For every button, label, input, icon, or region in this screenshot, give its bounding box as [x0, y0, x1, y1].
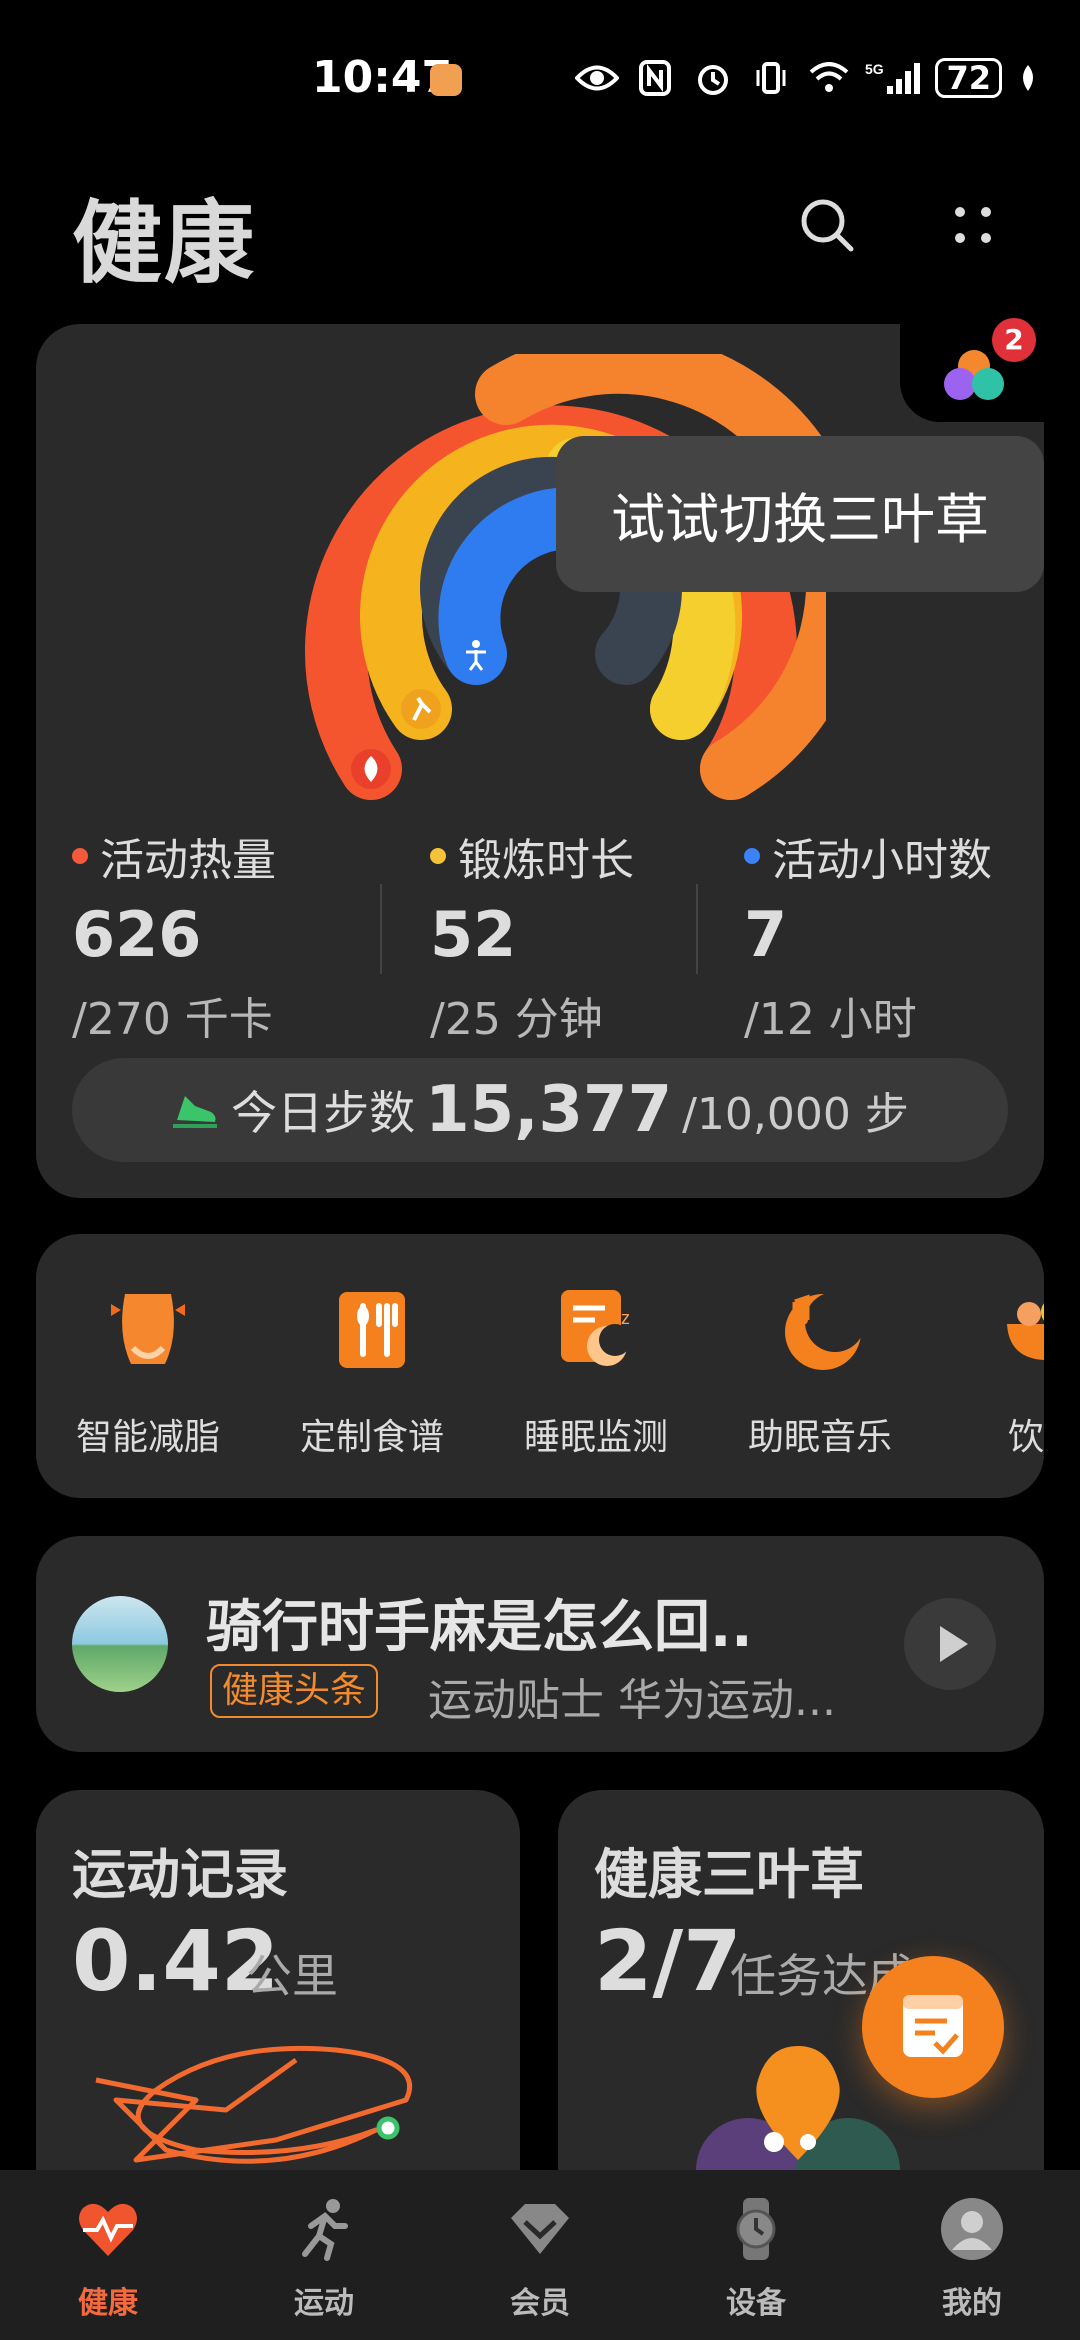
alarm-icon	[691, 58, 735, 98]
music-moon-icon	[785, 1292, 865, 1370]
service-custom-recipe[interactable]: 定制食谱	[272, 1284, 472, 1460]
vibrate-icon	[749, 58, 793, 98]
service-diet[interactable]: 饮食	[944, 1284, 1044, 1460]
profile-icon	[941, 2198, 1003, 2260]
body-icon	[111, 1294, 185, 1364]
running-icon	[302, 2199, 348, 2261]
metric-goal: /12 小时	[744, 994, 917, 1045]
health-news-card[interactable]: 骑行时手麻是怎么回.. 健康头条 运动贴士 华为运动...	[36, 1536, 1044, 1752]
more-options-icon[interactable]	[938, 190, 1008, 260]
metric-label: 活动小时数	[772, 835, 992, 886]
metric-goal: /270 千卡	[72, 994, 273, 1045]
metric-active-hours: 活动小时数 7 /12 小时	[744, 824, 992, 1047]
food-bowl-icon	[1007, 1302, 1044, 1360]
nav-label: 运动	[294, 2286, 354, 2321]
svg-text:5G: 5G	[865, 61, 884, 77]
service-label: 睡眠监测	[523, 1417, 668, 1458]
standing-person-icon	[456, 634, 496, 674]
metric-label: 锻炼时长	[458, 835, 634, 886]
recipe-icon	[339, 1292, 405, 1368]
nav-exercise[interactable]: 运动	[254, 2196, 394, 2322]
divider	[696, 884, 698, 974]
metric-exercise: 锻炼时长 52 /25 分钟	[430, 824, 634, 1047]
nav-label: 健康	[78, 2286, 138, 2321]
play-icon	[940, 1626, 968, 1662]
card-title: 运动记录	[72, 1843, 288, 1906]
nav-membership[interactable]: 会员	[470, 2196, 610, 2322]
hours-dot	[744, 848, 760, 864]
calorie-dot	[72, 848, 88, 864]
nav-health[interactable]: 健康	[38, 2196, 178, 2322]
signal-icon: 5G	[865, 58, 921, 98]
status-bar: 10:47 5G 72	[0, 0, 1080, 160]
app-notification-icon	[430, 64, 462, 96]
metric-calories: 活动热量 626 /270 千卡	[72, 824, 276, 1047]
steps-label: 今日步数	[231, 1086, 416, 1140]
watch-icon	[736, 2198, 776, 2260]
svg-text:z: z	[621, 1308, 630, 1328]
tasks-value: 2/7	[594, 1912, 742, 2010]
notification-badge: 2	[992, 318, 1036, 362]
metric-value: 7	[744, 898, 788, 971]
service-sleep-music[interactable]: 助眠音乐	[720, 1284, 920, 1460]
news-thumbnail	[72, 1596, 168, 1692]
wifi-icon	[807, 58, 851, 98]
nav-label: 设备	[726, 2286, 786, 2321]
nav-label: 会员	[510, 2286, 570, 2321]
distance-unit: 公里	[246, 1949, 338, 2003]
nfc-icon	[633, 58, 677, 98]
service-label: 助眠音乐	[747, 1417, 892, 1458]
service-label: 定制食谱	[299, 1417, 444, 1458]
service-label: 智能减脂	[75, 1417, 220, 1458]
nav-devices[interactable]: 设备	[686, 2196, 826, 2322]
search-icon[interactable]	[792, 190, 862, 260]
card-title: 健康三叶草	[594, 1843, 864, 1906]
steps-goal: /10,000 步	[682, 1089, 909, 1140]
battery-indicator: 72	[935, 58, 1002, 98]
metric-label: 活动热量	[100, 835, 276, 886]
status-icons: 5G 72	[575, 58, 1040, 98]
nav-label: 我的	[942, 2286, 1002, 2321]
steps-value: 15,377	[425, 1073, 673, 1147]
service-label: 饮食	[1007, 1417, 1044, 1458]
leaf-icon	[1016, 58, 1040, 98]
checklist-icon	[903, 1995, 963, 2057]
divider	[380, 884, 382, 974]
flame-icon	[351, 749, 391, 789]
diamond-icon	[511, 2204, 569, 2254]
service-sleep-monitor[interactable]: z 睡眠监测	[496, 1284, 696, 1460]
page-title: 健康	[72, 191, 256, 296]
activity-rings-card[interactable]: 2 试试切换三叶草 活动热量 626 /270 千卡 锻炼时长 52 /25 分…	[36, 318, 1050, 1198]
metric-value: 52	[430, 898, 517, 971]
metric-goal: /25 分钟	[430, 994, 603, 1045]
news-tag: 健康头条	[210, 1664, 379, 1718]
news-meta: 运动贴士 华为运动...	[428, 1675, 836, 1726]
sleep-icon: z	[561, 1290, 631, 1366]
service-smart-fat-loss[interactable]: 智能减脂	[48, 1284, 248, 1460]
eye-icon	[575, 58, 620, 98]
today-steps-pill[interactable]: 今日步数 15,377 /10,000 步	[72, 1058, 1008, 1162]
runner-icon	[401, 689, 441, 729]
services-card: 智能减脂 定制食谱 z 睡眠监测 助眠音乐 饮食	[36, 1234, 1044, 1498]
record-fab-button[interactable]	[862, 1956, 1004, 2098]
metric-value: 626	[72, 898, 202, 971]
trefoil-tooltip: 试试切换三叶草	[556, 436, 1044, 592]
exercise-dot	[430, 848, 446, 864]
bottom-navigation: 健康 运动 会员 设备 我的	[0, 2170, 1080, 2340]
play-button[interactable]	[904, 1598, 996, 1690]
news-title: 骑行时手麻是怎么回..	[206, 1595, 753, 1660]
heart-pulse-icon	[79, 2203, 137, 2256]
trefoil-switch-tab[interactable]: 2	[900, 318, 1050, 422]
shoe-icon	[173, 1096, 218, 1128]
nav-profile[interactable]: 我的	[902, 2196, 1042, 2322]
